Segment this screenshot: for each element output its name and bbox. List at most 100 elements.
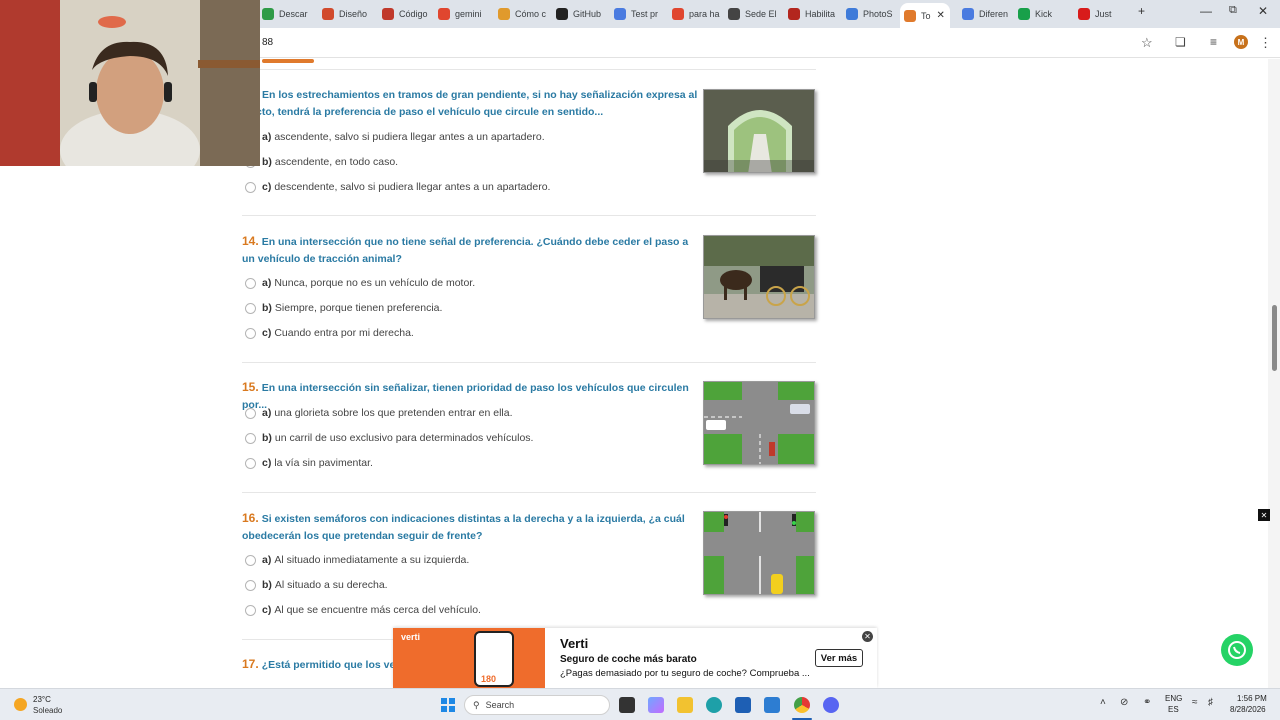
browser-tab[interactable]: gemini — [438, 3, 492, 25]
store-icon[interactable] — [735, 697, 751, 713]
close-overlay-icon[interactable]: ✕ — [1258, 509, 1270, 521]
browser-tab[interactable]: PhotoS — [846, 3, 900, 25]
close-window-button[interactable]: ✕ — [1258, 4, 1268, 18]
volume-icon[interactable]: ♯ — [1208, 697, 1213, 708]
browser-tab[interactable]: Kick — [1018, 3, 1072, 25]
url-text[interactable]: 88 — [262, 37, 273, 48]
browser-menu-icon[interactable]: ⋮ — [1259, 35, 1272, 51]
ad-cta-button[interactable]: Ver más — [815, 649, 863, 667]
q16-option-c[interactable]: c) Al que se encuentre más cerca del vehí… — [245, 604, 481, 616]
browser-tab[interactable]: Descar — [262, 3, 316, 25]
q16-option-b[interactable]: b) Al situado a su derecha. — [245, 579, 388, 591]
tab-favicon-icon — [438, 8, 450, 20]
new-tab-button[interactable]: + — [1138, 4, 1145, 18]
tab-label: Diseño — [339, 9, 368, 19]
network-off-icon[interactable]: ⊘ — [1120, 697, 1128, 708]
ad-close-icon[interactable]: ✕ — [862, 631, 873, 642]
radio-button[interactable] — [245, 181, 256, 193]
language-indicator[interactable]: ENG — [1165, 694, 1182, 703]
question-13-line-2: cto, tendrá la preferencia de paso el ve… — [256, 106, 604, 118]
radio-button[interactable] — [245, 554, 256, 566]
copilot-icon[interactable] — [648, 697, 664, 713]
bookmark-star-icon[interactable]: ☆ — [1141, 35, 1153, 51]
tab-label: Descar — [279, 9, 308, 19]
browser-tab[interactable]: Cómo c — [498, 3, 552, 25]
clock-time[interactable]: 1:56 PM — [1237, 694, 1267, 703]
tab-label: Just — [1095, 9, 1112, 19]
q16-option-a[interactable]: a) Al situado inmediatamente a su izquier… — [245, 554, 469, 566]
question-14-image — [703, 235, 815, 319]
extensions-icon[interactable]: ❏ — [1175, 35, 1186, 49]
maximize-button[interactable]: ⧉ — [1229, 4, 1237, 17]
q15-option-a[interactable]: a) una glorieta sobre los que pretenden e… — [245, 407, 513, 419]
wifi-icon[interactable]: ≈ — [1192, 697, 1198, 708]
q14-option-c[interactable]: c) Cuando entra por mi derecha. — [245, 327, 414, 339]
browser-tab[interactable]: Sede El — [728, 3, 782, 25]
media-control-icon[interactable]: ≡ — [1210, 35, 1217, 49]
scrollbar-thumb[interactable] — [1272, 305, 1277, 371]
radio-button[interactable] — [245, 579, 256, 591]
radio-button[interactable] — [245, 432, 256, 444]
file-explorer-icon[interactable] — [677, 697, 693, 713]
windows-start-icon[interactable] — [441, 698, 455, 712]
tray-chevron-icon[interactable]: ˄ — [1100, 697, 1106, 708]
tab-favicon-icon — [788, 8, 800, 20]
page-scrollbar[interactable] — [1268, 59, 1280, 688]
browser-tab[interactable]: Just — [1078, 3, 1132, 25]
outlook-icon[interactable] — [764, 697, 780, 713]
question-15-image — [703, 381, 815, 465]
whatsapp-icon[interactable] — [1221, 634, 1253, 666]
browser-tab[interactable]: Código — [382, 3, 436, 25]
browser-tab[interactable]: To ✕ — [900, 3, 950, 28]
q13-option-b[interactable]: b) ascendente, en todo caso. — [245, 156, 398, 168]
taskbar-search[interactable]: ⚲ Search — [464, 695, 610, 715]
chrome-icon[interactable] — [794, 697, 810, 713]
option-text: Al situado a su derecha. — [274, 579, 388, 591]
edge-icon[interactable] — [706, 697, 722, 713]
radio-button[interactable] — [245, 302, 256, 314]
option-text: una glorieta sobre los que pretenden ent… — [274, 407, 513, 419]
radio-button[interactable] — [245, 407, 256, 419]
task-view-icon[interactable] — [619, 697, 635, 713]
q14-option-b[interactable]: b) Siempre, porque tienen preferencia. — [245, 302, 442, 314]
option-letter: c) — [262, 327, 272, 339]
browser-tab[interactable]: Test pr — [614, 3, 668, 25]
option-letter: a) — [262, 131, 272, 143]
browser-tab[interactable]: GitHub — [556, 3, 610, 25]
option-letter: b) — [262, 579, 272, 591]
q15-option-c[interactable]: c) la vía sin pavimentar. — [245, 457, 373, 469]
q15-option-b[interactable]: b) un carril de uso exclusivo para determ… — [245, 432, 533, 444]
close-tab-icon[interactable]: ✕ — [937, 10, 945, 21]
tab-favicon-icon — [1018, 8, 1030, 20]
discord-icon[interactable] — [823, 697, 839, 713]
radio-button[interactable] — [245, 604, 256, 616]
browser-tab[interactable]: Diferen — [962, 3, 1016, 25]
question-14-body: En una intersección que no tiene señal d… — [242, 236, 689, 265]
minimize-button[interactable]: — — [1200, 4, 1212, 18]
radio-button[interactable] — [245, 457, 256, 469]
ad-banner[interactable]: verti 180 Verti Seguro de coche más bara… — [393, 628, 877, 688]
tab-label: Código — [399, 9, 428, 19]
browser-tab[interactable]: para ha — [672, 3, 726, 25]
ad-image[interactable]: verti 180 — [393, 628, 545, 688]
browser-tab[interactable]: Habilita — [788, 3, 842, 25]
question-13-line-1: En los estrechamientos en tramos de gran… — [262, 89, 698, 101]
q13-option-c[interactable]: c) descendente, salvo si pudiera llegar a… — [245, 181, 550, 193]
q14-option-a[interactable]: a) Nunca, porque no es un vehículo de mot… — [245, 277, 475, 289]
question-number: 15. — [242, 380, 259, 394]
tab-label: Diferen — [979, 9, 1009, 19]
tab-label: GitHub — [573, 9, 602, 19]
ad-logo-text: verti — [401, 632, 420, 642]
tab-label: Kick — [1035, 9, 1053, 19]
ad-subtitle: Seguro de coche más barato — [560, 654, 697, 665]
q13-option-a[interactable]: a) ascendente, salvo si pudiera llegar an… — [245, 131, 545, 143]
weather-sun-icon — [14, 698, 27, 711]
microphone-icon[interactable]: ⚭ — [1143, 697, 1151, 708]
profile-avatar[interactable]: M — [1234, 35, 1248, 49]
tab-label: para ha — [689, 9, 720, 19]
tab-favicon-icon — [262, 8, 274, 20]
radio-button[interactable] — [245, 277, 256, 289]
weather-desc: Soleado — [33, 706, 63, 715]
browser-tab[interactable]: Diseño — [322, 3, 376, 25]
radio-button[interactable] — [245, 327, 256, 339]
